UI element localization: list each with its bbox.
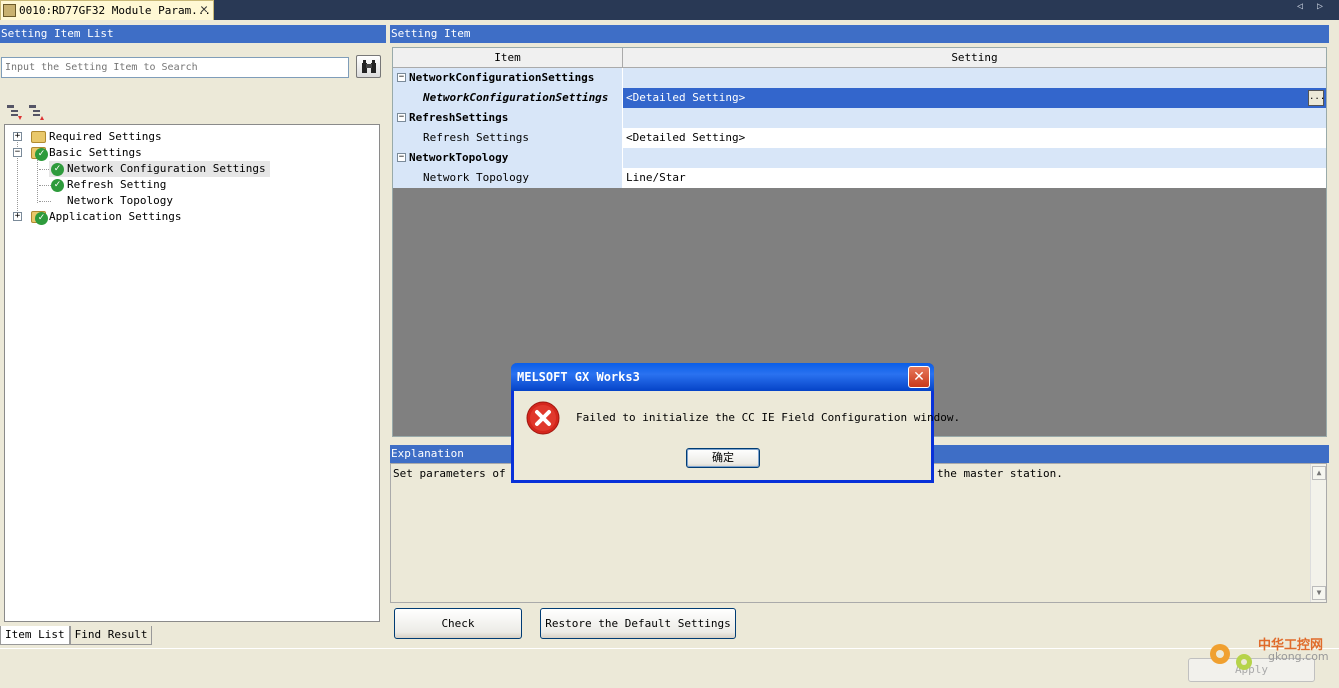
bottom-strip <box>0 648 1339 688</box>
tree-item-label: Required Settings <box>49 130 162 143</box>
search-input[interactable] <box>1 57 349 78</box>
grid-row-category[interactable]: − NetworkTopology <box>393 148 1326 168</box>
grid-setting-value <box>623 148 1326 168</box>
folder-icon <box>31 131 46 143</box>
collapse-icon[interactable]: − <box>13 148 22 157</box>
collapse-all-icon[interactable] <box>6 104 24 122</box>
tree-item-label: Refresh Setting <box>67 178 167 191</box>
detail-ellipsis-button[interactable]: ... <box>1308 90 1325 106</box>
dialog-close-button[interactable]: ✕ <box>908 366 930 388</box>
left-bottom-tabs: Item List Find Result <box>0 626 153 645</box>
setting-item-title: Setting Item <box>390 25 1329 43</box>
gear-logo-icon <box>1210 644 1252 670</box>
collapse-icon[interactable]: − <box>397 153 406 162</box>
grid-item-label: RefreshSettings <box>409 111 509 124</box>
grid-row-network-topology[interactable]: Network Topology Line/Star <box>393 168 1326 188</box>
collapse-icon[interactable]: − <box>397 73 406 82</box>
grid-setting-value: <Detailed Setting> <box>623 128 1326 148</box>
tree-item-label: Network Topology <box>67 194 173 207</box>
check-icon: ✓ <box>51 163 64 176</box>
tree-guide <box>37 155 38 203</box>
collapse-icon[interactable]: − <box>397 113 406 122</box>
document-tab[interactable]: 0010:RD77GF32 Module Param... ✕ <box>0 0 214 20</box>
explanation-box: Set parameters of sl the master station.… <box>390 463 1327 603</box>
scroll-up-icon[interactable]: ▲ <box>1312 466 1326 480</box>
grid-item-label: NetworkConfigurationSettings <box>409 71 595 84</box>
setting-tree: + Required Settings − ✓ Basic Settings ✓… <box>4 124 380 622</box>
grid-header: Item Setting <box>393 48 1326 68</box>
binoculars-icon <box>361 59 376 73</box>
tree-toolbar <box>4 102 380 124</box>
grid-row-refresh-settings[interactable]: Refresh Settings <Detailed Setting> <box>393 128 1326 148</box>
tab-item-list[interactable]: Item List <box>0 626 70 645</box>
dialog-title: MELSOFT GX Works3 <box>517 370 640 384</box>
close-tab-icon[interactable]: ✕ <box>200 2 208 17</box>
check-icon: ✓ <box>35 148 48 161</box>
dialog-titlebar[interactable]: MELSOFT GX Works3 ✕ <box>511 363 934 391</box>
grid-item-label: NetworkConfigurationSettings <box>423 91 609 104</box>
grid-item-label: Network Topology <box>423 171 529 184</box>
grid-setting-value <box>623 108 1326 128</box>
setting-item-list-title: Setting Item List <box>0 25 386 43</box>
explanation-scrollbar[interactable]: ▲ ▼ <box>1310 464 1326 602</box>
document-tab-title: 0010:RD77GF32 Module Param... <box>19 4 212 17</box>
explanation-text-right: the master station. <box>937 467 1063 480</box>
column-header-setting: Setting <box>951 51 998 64</box>
tab-scroll-arrows[interactable]: ◁ ▷ <box>1297 1 1327 12</box>
expand-icon[interactable]: + <box>13 212 22 221</box>
error-dialog: MELSOFT GX Works3 ✕ Failed to initialize… <box>511 363 960 483</box>
grid-setting-value: <Detailed Setting> <box>626 91 746 104</box>
watermark-url: gkong.com <box>1268 650 1329 663</box>
check-icon: ✓ <box>51 179 64 192</box>
grid-item-label: NetworkTopology <box>409 151 509 164</box>
tree-item-network-topology[interactable]: Network Topology <box>49 193 173 209</box>
dialog-message: Failed to initialize the CC IE Field Con… <box>576 411 961 424</box>
tree-item-refresh-setting[interactable]: ✓ Refresh Setting <box>49 177 166 193</box>
scroll-down-icon[interactable]: ▼ <box>1312 586 1326 600</box>
grid-row-category[interactable]: − RefreshSettings <box>393 108 1326 128</box>
error-icon <box>526 401 560 435</box>
check-icon: ✓ <box>35 212 48 225</box>
grid-setting-value <box>623 68 1326 88</box>
ok-button[interactable]: 确定 <box>686 448 760 468</box>
grid-row-network-configuration[interactable]: NetworkConfigurationSettings <Detailed S… <box>393 88 1326 108</box>
check-button[interactable]: Check <box>394 608 522 639</box>
watermark: 中华工控网 gkong.com <box>1200 628 1335 678</box>
grid-row-category[interactable]: − NetworkConfigurationSettings <box>393 68 1326 88</box>
expand-all-icon[interactable] <box>28 104 46 122</box>
grid-setting-value: Line/Star <box>623 168 1326 188</box>
restore-default-button[interactable]: Restore the Default Settings <box>540 608 736 639</box>
tree-item-label: Network Configuration Settings <box>67 162 266 175</box>
search-button[interactable] <box>356 55 381 78</box>
grid-item-label: Refresh Settings <box>423 131 529 144</box>
column-header-item: Item <box>393 48 623 68</box>
explanation-text-left: Set parameters of sl <box>393 467 526 480</box>
module-icon <box>3 4 16 17</box>
tree-item-label: Application Settings <box>49 210 182 223</box>
tree-item-label: Basic Settings <box>49 146 142 159</box>
expand-icon[interactable]: + <box>13 132 22 141</box>
tree-item-network-configuration[interactable]: ✓ Network Configuration Settings <box>49 161 270 177</box>
tab-find-result[interactable]: Find Result <box>69 626 153 645</box>
